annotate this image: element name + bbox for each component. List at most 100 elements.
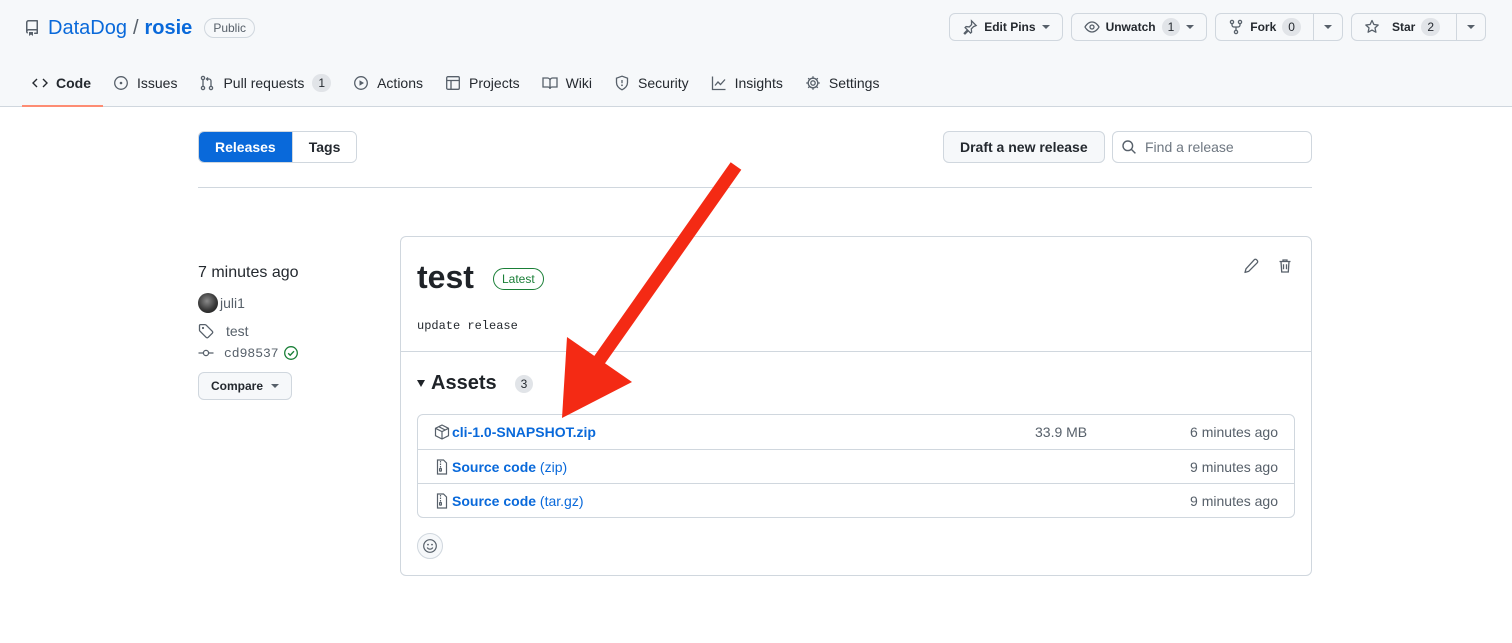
package-icon [434, 424, 450, 440]
find-release-field [1112, 131, 1312, 163]
star-dropdown-button[interactable] [1456, 14, 1485, 40]
gear-icon [805, 75, 821, 91]
repo-icon [24, 20, 40, 36]
asset-size: 33.9 MB [1035, 424, 1088, 440]
trash-icon[interactable] [1277, 258, 1293, 274]
add-reaction-button[interactable] [417, 533, 443, 559]
tab-actions[interactable]: Actions [343, 62, 435, 104]
list-item: Source code (zip) 9 minutes ago [418, 449, 1294, 483]
tab-wiki-label: Wiki [565, 75, 593, 91]
assets-label: Assets [431, 372, 497, 394]
play-icon [353, 75, 369, 91]
pin-icon [962, 19, 978, 35]
asset-link[interactable]: Source code (tar.gz) [452, 493, 584, 509]
repo-actions: Edit Pins Unwatch 1 Fork 0 Star 2 [949, 13, 1486, 41]
tab-security[interactable]: Security [604, 62, 701, 104]
unwatch-button[interactable]: Unwatch 1 [1070, 13, 1208, 41]
tab-pull-requests[interactable]: Pull requests 1 [189, 62, 343, 104]
smiley-icon [422, 538, 438, 554]
commit-link[interactable]: cd98537 [224, 346, 279, 361]
table-icon [445, 75, 461, 91]
repo-nav: Code Issues Pull requests 1 Actions Proj… [22, 62, 891, 107]
chevron-down-icon [1186, 25, 1195, 29]
author-link[interactable]: juli1 [220, 295, 245, 311]
repo-separator: / [132, 16, 139, 39]
fork-button-group: Fork 0 [1215, 13, 1343, 41]
visibility-badge: Public [204, 18, 255, 38]
asset-time: 6 minutes ago [1190, 424, 1278, 440]
file-zip-icon [434, 492, 450, 509]
release-header: test Latest update release [401, 237, 1311, 352]
asset-time: 9 minutes ago [1190, 492, 1278, 509]
chevron-down-icon [271, 384, 280, 388]
tab-projects-label: Projects [469, 75, 520, 91]
code-icon [32, 75, 48, 91]
divider [198, 187, 1312, 188]
edit-pins-label: Edit Pins [984, 20, 1036, 34]
pencil-icon[interactable] [1243, 258, 1259, 274]
draft-release-button[interactable]: Draft a new release [943, 131, 1105, 163]
tab-pull-requests-label: Pull requests [223, 75, 305, 91]
assets-toggle[interactable]: Assets 3 [417, 372, 534, 395]
tab-code-label: Code [56, 75, 91, 91]
tab-wiki[interactable]: Wiki [532, 62, 604, 104]
commit-icon [198, 345, 214, 361]
search-icon [1121, 139, 1137, 155]
asset-time: 9 minutes ago [1190, 458, 1278, 475]
release-title[interactable]: test [417, 259, 474, 296]
pull-requests-count: 1 [312, 74, 332, 92]
tag-icon [198, 323, 214, 339]
fork-button[interactable]: Fork 0 [1216, 14, 1313, 40]
edit-pins-button[interactable]: Edit Pins [949, 13, 1063, 41]
tab-insights-label: Insights [734, 75, 783, 91]
tag-row: test [198, 322, 388, 340]
star-icon [1364, 19, 1380, 35]
chevron-down-icon [1323, 25, 1332, 29]
tab-settings-label: Settings [828, 75, 880, 91]
graph-icon [711, 75, 727, 91]
releases-subnav: Releases Tags [198, 131, 358, 163]
repo-name-link[interactable]: rosie [145, 17, 193, 40]
tag-link[interactable]: test [226, 323, 249, 339]
chevron-down-icon [1467, 25, 1475, 29]
tab-insights[interactable]: Insights [701, 62, 795, 104]
tab-code[interactable]: Code [22, 62, 103, 107]
star-button[interactable]: Star 2 [1352, 14, 1456, 40]
fork-label: Fork [1250, 20, 1277, 34]
fork-dropdown-button[interactable] [1312, 14, 1342, 40]
repo-owner-link[interactable]: DataDog [48, 17, 127, 40]
release-tools [1243, 258, 1293, 274]
asset-link[interactable]: cli-1.0-SNAPSHOT.zip [452, 424, 596, 440]
tab-settings[interactable]: Settings [795, 62, 892, 104]
book-icon [541, 75, 558, 91]
file-zip-icon [434, 458, 450, 475]
list-item: Source code (tar.gz) 9 minutes ago [418, 483, 1294, 517]
author-row: juli1 [198, 293, 388, 313]
triangle-down-icon [417, 380, 425, 387]
compare-label: Compare [211, 379, 264, 393]
commit-row: cd98537 [198, 344, 388, 362]
unwatch-label: Unwatch [1105, 20, 1156, 34]
find-release-input[interactable] [1145, 139, 1305, 155]
tags-tab[interactable]: Tags [291, 132, 357, 162]
tab-issues-label: Issues [137, 75, 178, 91]
star-label: Star [1391, 20, 1416, 34]
avatar[interactable] [198, 293, 218, 313]
eye-icon [1083, 19, 1100, 35]
repo-header: DataDog / rosie Public Edit Pins Unwatch… [0, 0, 1512, 107]
issue-icon [113, 75, 129, 91]
releases-tab[interactable]: Releases [199, 132, 292, 162]
release-time: 7 minutes ago [198, 264, 299, 281]
check-circle-icon [283, 345, 299, 361]
release-notes: update release [417, 319, 518, 333]
tab-projects[interactable]: Projects [435, 62, 532, 104]
compare-button[interactable]: Compare [198, 372, 293, 400]
latest-badge: Latest [493, 268, 544, 290]
star-button-group: Star 2 [1350, 13, 1486, 41]
watch-count: 1 [1161, 18, 1181, 36]
star-count: 2 [1421, 18, 1440, 36]
shield-icon [614, 75, 630, 91]
tab-issues[interactable]: Issues [103, 62, 189, 104]
list-item: cli-1.0-SNAPSHOT.zip 33.9 MB 6 minutes a… [418, 415, 1294, 449]
asset-link[interactable]: Source code (zip) [452, 459, 567, 475]
